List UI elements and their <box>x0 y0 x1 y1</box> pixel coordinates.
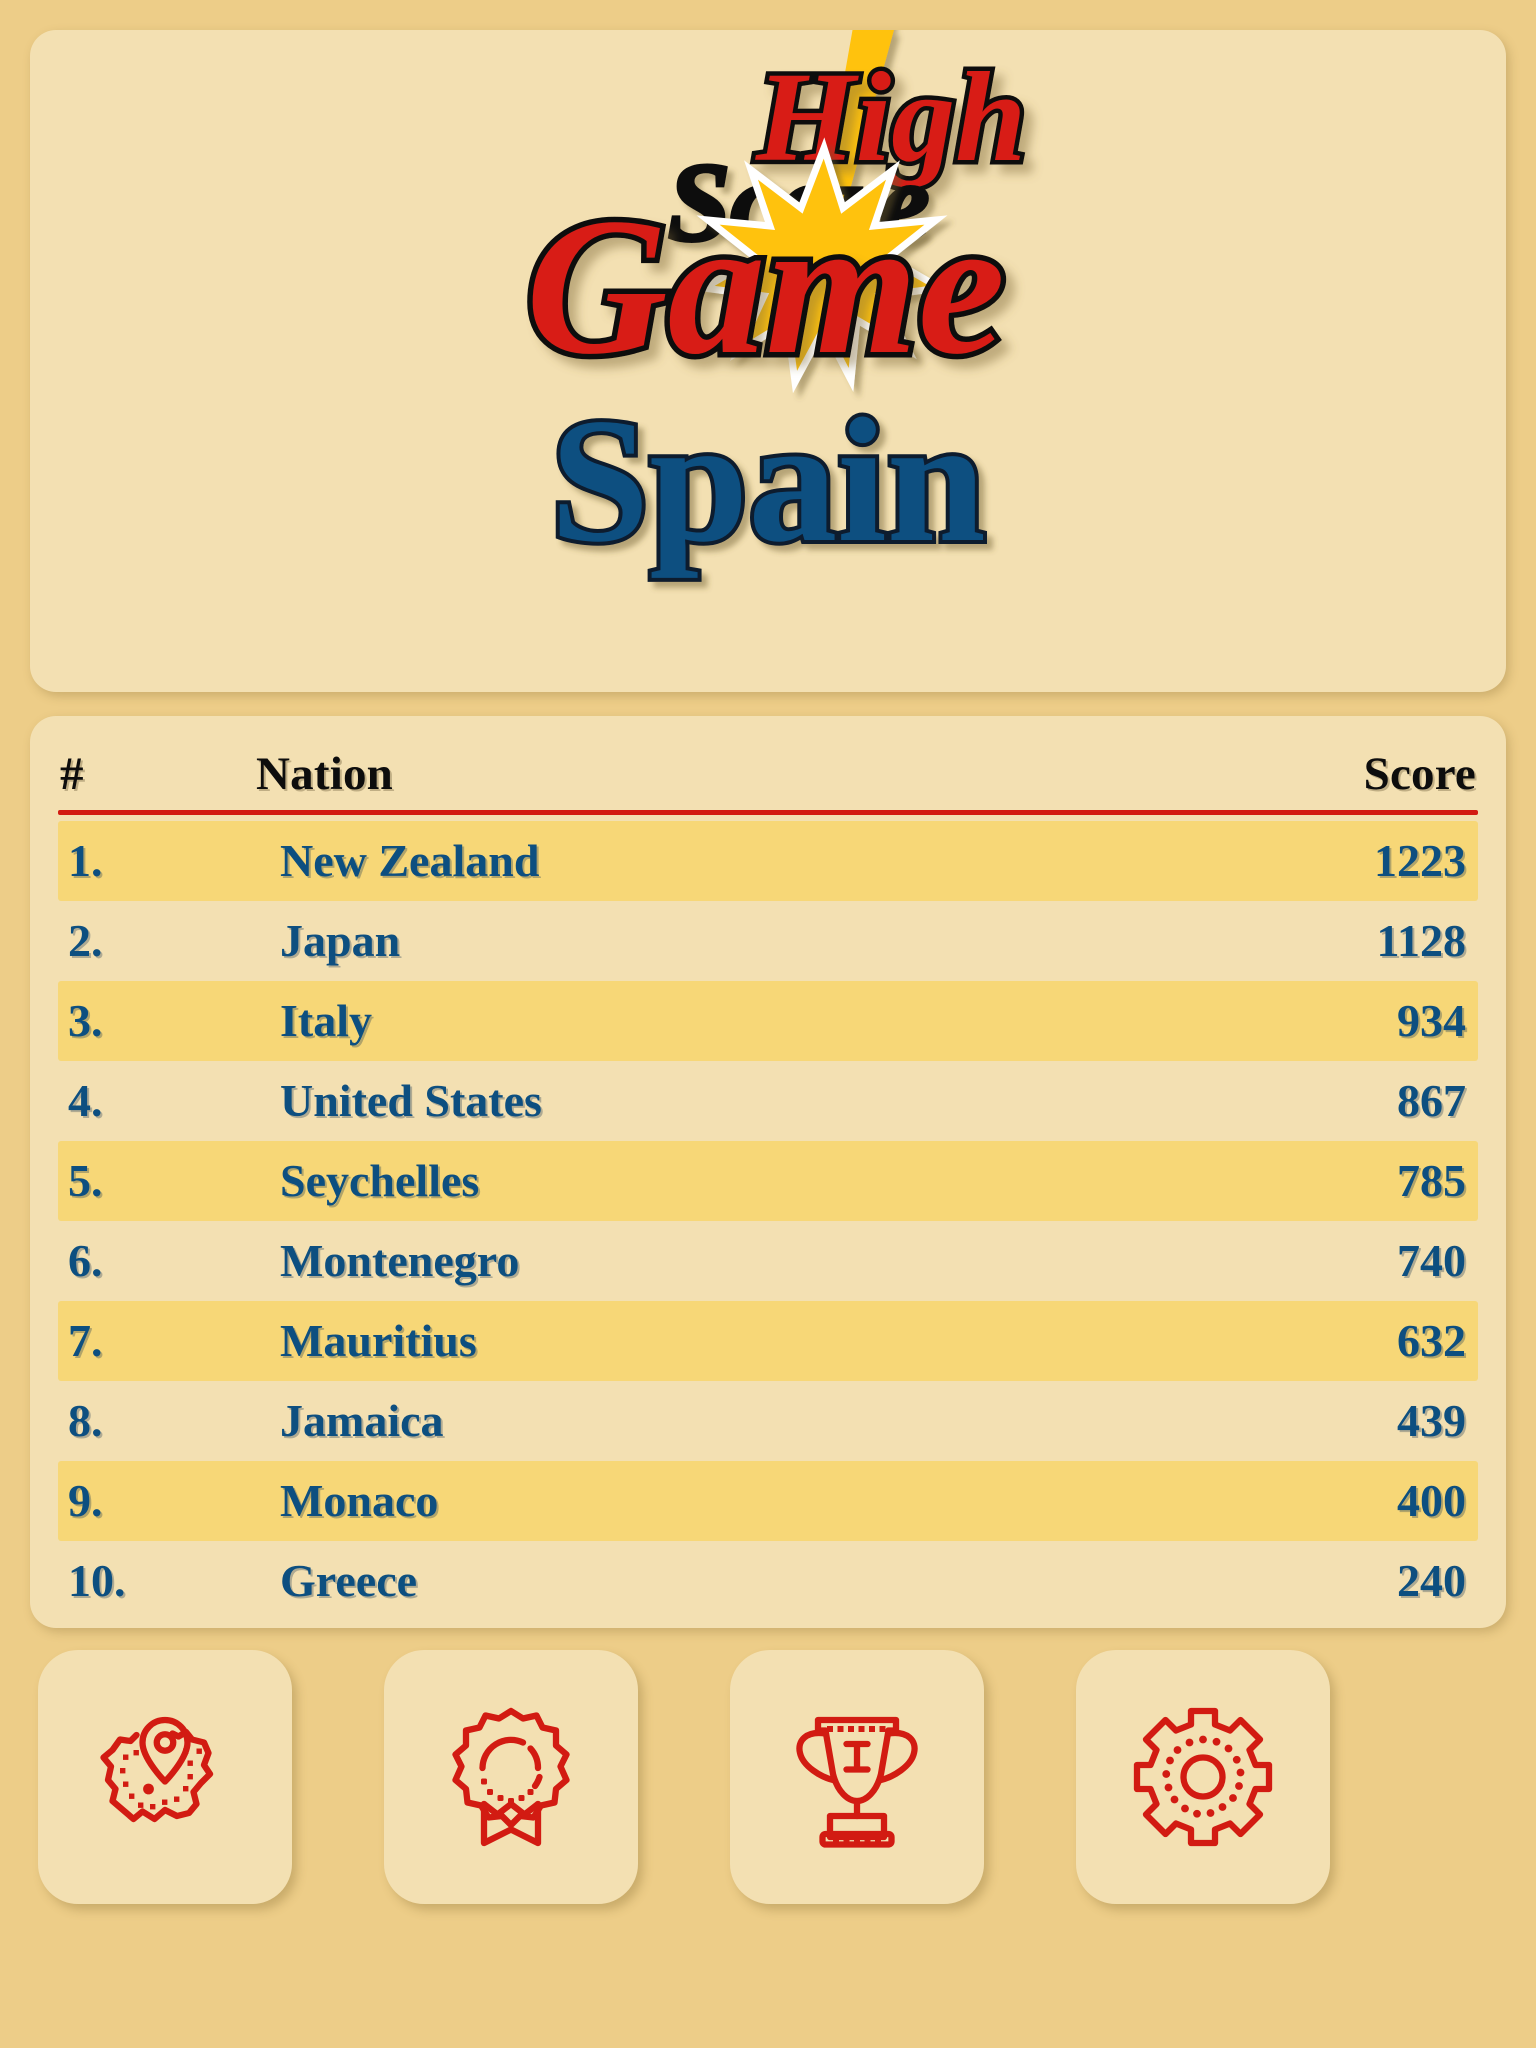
cell-rank: 10. <box>68 1555 126 1606</box>
cell-nation: Montenegro <box>280 1235 520 1286</box>
cell-nation: United States <box>280 1075 542 1126</box>
table-body: 1. New Zealand 1223 2. Japan 1128 3. Italy 934 4.… <box>30 815 1506 1621</box>
cell-rank: 2. <box>68 915 103 966</box>
cell-score: 240 <box>1397 1555 1466 1606</box>
page-title-text: Spain <box>550 381 985 579</box>
table-row[interactable]: 1. New Zealand 1223 <box>58 821 1478 901</box>
cell-score: 785 <box>1397 1155 1466 1206</box>
table-row[interactable]: 9. Monaco 400 <box>58 1461 1478 1541</box>
gear-icon <box>1133 1707 1273 1847</box>
cell-rank: 6. <box>68 1235 103 1286</box>
cell-score: 867 <box>1397 1075 1466 1126</box>
cell-rank: 3. <box>68 995 103 1046</box>
table-row[interactable]: 4. United States 867 <box>58 1061 1478 1141</box>
cell-rank: 7. <box>68 1315 103 1366</box>
tile-award[interactable] <box>384 1650 638 1904</box>
cell-rank: 1. <box>68 835 103 886</box>
cell-nation: Mauritius <box>280 1315 477 1366</box>
page-title: Spain <box>546 377 989 583</box>
scoreboard-card: # Nation Score 1. New Zealand 1223 2. Japan 1… <box>30 716 1506 1628</box>
cell-nation: New Zealand <box>280 835 540 886</box>
tile-trophy[interactable] <box>730 1650 984 1904</box>
column-header-score: Score <box>1363 748 1476 800</box>
cell-nation: Italy <box>280 995 372 1046</box>
table-row[interactable]: 5. Seychelles 785 <box>58 1141 1478 1221</box>
trophy-icon <box>796 1716 918 1848</box>
cell-rank: 4. <box>68 1075 103 1126</box>
icon-tile-bar <box>30 1650 1506 1904</box>
map-pin-icon <box>100 1716 214 1823</box>
cell-nation: Greece <box>280 1555 418 1606</box>
page-root: High Score Game Spain <box>0 0 1536 2048</box>
column-header-nation: Nation <box>256 748 393 800</box>
cell-rank: 8. <box>68 1395 103 1446</box>
table-row[interactable]: 7. Mauritius 632 <box>58 1301 1478 1381</box>
cell-score: 934 <box>1397 995 1466 1046</box>
logo-wrap: High Score Game Spain <box>30 30 1506 692</box>
table-header-row: # Nation Score <box>30 716 1506 804</box>
cell-score: 439 <box>1397 1395 1466 1446</box>
hero-card: High Score Game Spain <box>30 30 1506 692</box>
table-row[interactable]: 10. Greece 240 <box>58 1541 1478 1621</box>
table-row[interactable]: 2. Japan 1128 <box>58 901 1478 981</box>
table-row[interactable]: 8. Jamaica 439 <box>58 1381 1478 1461</box>
cell-rank: 9. <box>68 1475 103 1526</box>
logo-word-game: Game <box>521 173 1011 401</box>
award-ribbon-icon <box>452 1707 570 1847</box>
cell-nation: Monaco <box>280 1475 439 1526</box>
tile-map[interactable] <box>38 1650 292 1904</box>
cell-rank: 5. <box>68 1155 103 1206</box>
high-score-game-logo: High Score Game Spain <box>521 30 1031 583</box>
table-row[interactable]: 3. Italy 934 <box>58 981 1478 1061</box>
logo-game-text: Game <box>526 178 1005 395</box>
cell-score: 1128 <box>1376 915 1466 966</box>
cell-nation: Jamaica <box>280 1395 444 1446</box>
cell-nation: Seychelles <box>280 1155 480 1206</box>
table-row[interactable]: 6. Montenegro 740 <box>58 1221 1478 1301</box>
column-header-rank: # <box>60 748 84 800</box>
cell-score: 1223 <box>1374 835 1466 886</box>
tile-settings[interactable] <box>1076 1650 1330 1904</box>
cell-score: 632 <box>1397 1315 1466 1366</box>
cell-nation: Japan <box>280 915 401 966</box>
cell-score: 400 <box>1397 1475 1466 1526</box>
cell-score: 740 <box>1397 1235 1466 1286</box>
